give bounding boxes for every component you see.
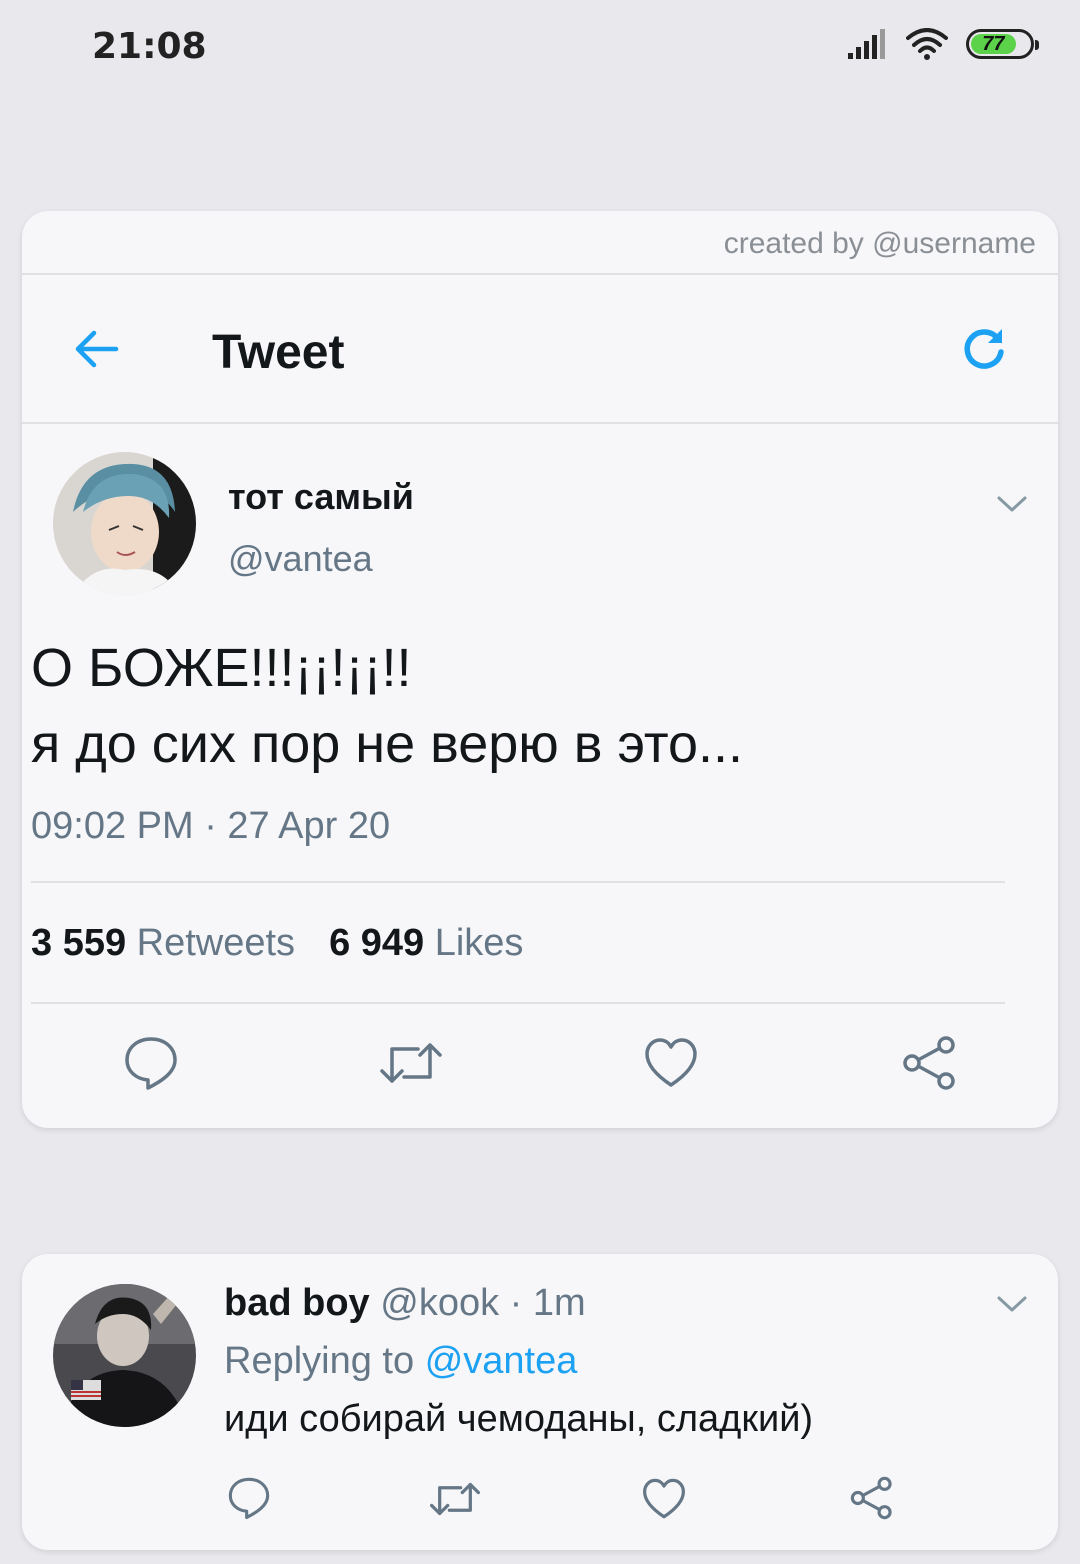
chevron-down-icon[interactable] xyxy=(996,1294,1028,1314)
likes-label: Likes xyxy=(434,922,524,964)
wifi-icon xyxy=(906,28,948,60)
tweet-text-line-2: я до сих пор не верю в это... xyxy=(31,714,743,774)
status-bar: 21:08 77 xyxy=(0,0,1080,96)
reply-author-handle[interactable]: @kook xyxy=(380,1282,499,1324)
status-icons: 77 xyxy=(848,28,1039,60)
author-row: тот самый @vantea xyxy=(22,424,1058,604)
credit-text: created by @username xyxy=(22,211,1058,275)
author-name[interactable]: тот самый xyxy=(228,476,414,518)
retweets-stat[interactable]: 3 559 Retweets xyxy=(31,922,295,965)
tweet-header: Tweet xyxy=(22,275,1058,424)
divider xyxy=(31,1002,1005,1004)
replying-to: Replying to @vantea xyxy=(224,1340,577,1383)
avatar[interactable] xyxy=(53,452,196,595)
likes-stat[interactable]: 6 949 Likes xyxy=(329,922,523,965)
arrow-left-icon[interactable] xyxy=(72,325,120,373)
reply-author-name[interactable]: bad boy xyxy=(224,1282,370,1324)
signal-icon xyxy=(848,29,888,59)
author-handle[interactable]: @vantea xyxy=(228,538,373,580)
share-icon[interactable] xyxy=(902,1035,958,1096)
retweets-label: Retweets xyxy=(136,922,296,964)
status-time: 21:08 xyxy=(92,26,207,67)
reply-text: иди собирай чемоданы, сладкий) xyxy=(224,1398,814,1440)
retweet-icon[interactable] xyxy=(380,1037,442,1094)
replying-label: Replying to xyxy=(224,1340,415,1382)
reply-time: · 1m xyxy=(509,1282,586,1324)
heart-icon[interactable] xyxy=(642,1478,686,1525)
avatar[interactable] xyxy=(53,1284,196,1427)
reply-header: bad boy @kook · 1m xyxy=(224,1282,586,1325)
likes-count: 6 949 xyxy=(329,922,425,964)
retweets-count: 3 559 xyxy=(31,922,127,964)
retweet-icon[interactable] xyxy=(430,1478,480,1525)
divider xyxy=(31,881,1005,883)
reply-card[interactable]: bad boy @kook · 1m Replying to @vantea и… xyxy=(22,1254,1058,1550)
heart-icon[interactable] xyxy=(644,1037,698,1094)
reply-icon[interactable] xyxy=(228,1476,270,1525)
chevron-down-icon[interactable] xyxy=(996,494,1028,514)
share-icon[interactable] xyxy=(850,1476,894,1525)
tweet-timestamp: 09:02 PM · 27 Apr 20 xyxy=(31,805,391,847)
replying-handle-link[interactable]: @vantea xyxy=(425,1340,578,1382)
page-title: Tweet xyxy=(212,326,345,379)
reply-icon[interactable] xyxy=(124,1035,178,1096)
battery-icon: 77 xyxy=(966,29,1039,59)
refresh-icon[interactable] xyxy=(960,325,1008,373)
tweet-text: О БОЖЕ!!!¡¡!¡¡!! я до сих пор не верю в … xyxy=(31,630,1011,782)
tweet-text-line-1: О БОЖЕ!!!¡¡!¡¡!! xyxy=(31,638,412,698)
battery-level: 77 xyxy=(971,33,1016,55)
tweet-stats: 3 559 Retweets 6 949 Likes xyxy=(31,922,523,965)
